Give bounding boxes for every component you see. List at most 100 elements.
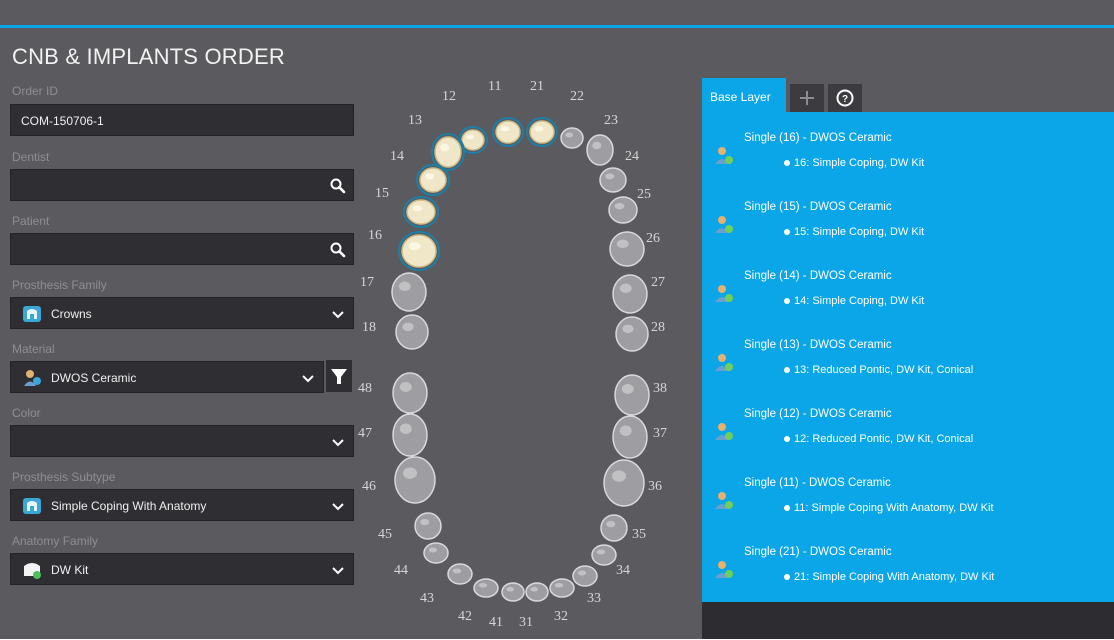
tooth-45[interactable]	[414, 512, 442, 540]
tooth-25[interactable]	[608, 196, 638, 224]
tooth-highlight	[534, 125, 544, 132]
user-material-icon	[715, 285, 733, 302]
crown-icon	[23, 498, 41, 514]
tooth-number-17: 17	[360, 275, 374, 290]
add-layer-button[interactable]	[790, 84, 824, 112]
color-select[interactable]	[10, 425, 354, 457]
tooth-48[interactable]	[392, 372, 428, 414]
tooth-33[interactable]	[572, 565, 598, 587]
tooth-17[interactable]	[391, 272, 427, 312]
tooth-43[interactable]	[447, 563, 473, 585]
chevron-down-icon[interactable]	[329, 561, 347, 579]
layer-item-title: Single (15) - DWOS Ceramic	[744, 201, 892, 213]
anatomy-family-value: DW Kit	[51, 563, 89, 577]
order-id-label: Order ID	[12, 84, 59, 98]
tooth-highlight	[402, 322, 414, 332]
tooth-23[interactable]	[586, 134, 614, 166]
user-material-icon	[715, 354, 733, 371]
material-label: Material	[12, 342, 55, 356]
layer-item[interactable]: Single (13) - DWOS Ceramic 13: Reduced P…	[702, 339, 1114, 405]
tooth-21[interactable]	[529, 120, 555, 144]
tooth-18[interactable]	[395, 314, 429, 350]
tooth-41[interactable]	[501, 582, 525, 602]
prosthesis-subtype-value: Simple Coping With Anatomy	[51, 499, 207, 513]
tooth-number-16: 16	[368, 228, 382, 243]
patient-field[interactable]	[10, 233, 354, 265]
filter-icon[interactable]	[326, 360, 352, 392]
tooth-highlight	[420, 518, 430, 526]
user-material-icon	[715, 147, 733, 164]
tooth-35[interactable]	[600, 514, 628, 542]
tooth-34[interactable]	[591, 544, 617, 566]
tooth-number-28: 28	[651, 320, 665, 335]
chevron-down-icon[interactable]	[299, 369, 317, 387]
chevron-down-icon[interactable]	[329, 497, 347, 515]
tooth-28[interactable]	[615, 316, 649, 352]
search-icon[interactable]	[329, 241, 347, 259]
tooth-14[interactable]	[419, 167, 447, 193]
tooth-16[interactable]	[401, 234, 437, 268]
layer-item[interactable]: Single (15) - DWOS Ceramic 15: Simple Co…	[702, 201, 1114, 267]
tooth-chart[interactable]	[360, 80, 700, 640]
search-icon[interactable]	[329, 177, 347, 195]
dentist-field[interactable]	[10, 169, 354, 201]
order-id-field[interactable]: COM-150706-1	[10, 104, 354, 136]
layer-item[interactable]: Single (14) - DWOS Ceramic 14: Simple Co…	[702, 270, 1114, 336]
tooth-47[interactable]	[392, 413, 428, 457]
user-material-icon	[715, 216, 733, 233]
page-title: CNB & IMPLANTS ORDER	[12, 44, 285, 69]
tooth-highlight	[592, 141, 602, 150]
tooth-38[interactable]	[614, 374, 650, 416]
tooth-24[interactable]	[599, 167, 627, 193]
tooth-number-11: 11	[488, 79, 502, 94]
layer-item[interactable]: Single (12) - DWOS Ceramic 12: Reduced P…	[702, 408, 1114, 474]
prosthesis-family-select[interactable]: Crowns	[10, 297, 354, 329]
tab-base-layer-label: Base Layer	[710, 90, 771, 104]
prosthesis-subtype-select[interactable]: Simple Coping With Anatomy	[10, 489, 354, 521]
tooth-37[interactable]	[612, 415, 648, 459]
tooth-highlight	[614, 202, 625, 210]
tooth-number-24: 24	[625, 149, 639, 164]
tab-base-layer[interactable]: Base Layer	[702, 78, 786, 112]
layer-item-title: Single (11) - DWOS Ceramic	[744, 477, 891, 489]
tooth-number-38: 38	[653, 381, 667, 396]
bullet-icon	[784, 436, 790, 442]
layer-item[interactable]: Single (16) - DWOS Ceramic 16: Simple Co…	[702, 132, 1114, 198]
help-button[interactable]: ?	[828, 84, 862, 112]
patient-label: Patient	[12, 214, 50, 228]
layer-item[interactable]: Single (11) - DWOS Ceramic 11: Simple Co…	[702, 477, 1114, 543]
tooth-11[interactable]	[495, 120, 521, 144]
tooth-number-46: 46	[362, 479, 376, 494]
tooth-number-32: 32	[554, 609, 568, 624]
tooth-number-15: 15	[375, 186, 389, 201]
tooth-46[interactable]	[394, 456, 436, 504]
top-bar	[0, 0, 1114, 28]
tooth-15[interactable]	[406, 199, 436, 225]
tooth-highlight	[403, 467, 417, 479]
tooth-highlight	[616, 239, 629, 249]
material-select[interactable]: DWOS Ceramic	[10, 361, 324, 393]
tooth-highlight	[428, 547, 438, 553]
anatomy-family-select[interactable]: DW Kit	[10, 553, 354, 585]
tooth-36[interactable]	[603, 459, 645, 507]
layer-item-detail: 15: Simple Coping, DW Kit	[794, 226, 925, 238]
tooth-12[interactable]	[461, 129, 485, 151]
tooth-26[interactable]	[609, 231, 645, 267]
tooth-42[interactable]	[473, 578, 499, 598]
tooth-22[interactable]	[560, 127, 584, 149]
tooth-32[interactable]	[549, 578, 575, 598]
tooth-number-43: 43	[420, 591, 434, 606]
tooth-highlight	[596, 549, 606, 555]
layer-item[interactable]: Single (21) - DWOS Ceramic 21: Simple Co…	[702, 546, 1114, 612]
tooth-44[interactable]	[423, 542, 449, 564]
tooth-number-21: 21	[530, 79, 544, 94]
svg-text:?: ?	[842, 94, 848, 105]
crown-icon	[23, 306, 41, 322]
tooth-27[interactable]	[612, 274, 648, 314]
chevron-down-icon[interactable]	[329, 433, 347, 451]
tooth-highlight	[612, 470, 626, 482]
chevron-down-icon[interactable]	[329, 305, 347, 323]
tooth-31[interactable]	[525, 582, 549, 602]
tooth-13[interactable]	[434, 136, 462, 168]
bullet-icon	[784, 160, 790, 166]
